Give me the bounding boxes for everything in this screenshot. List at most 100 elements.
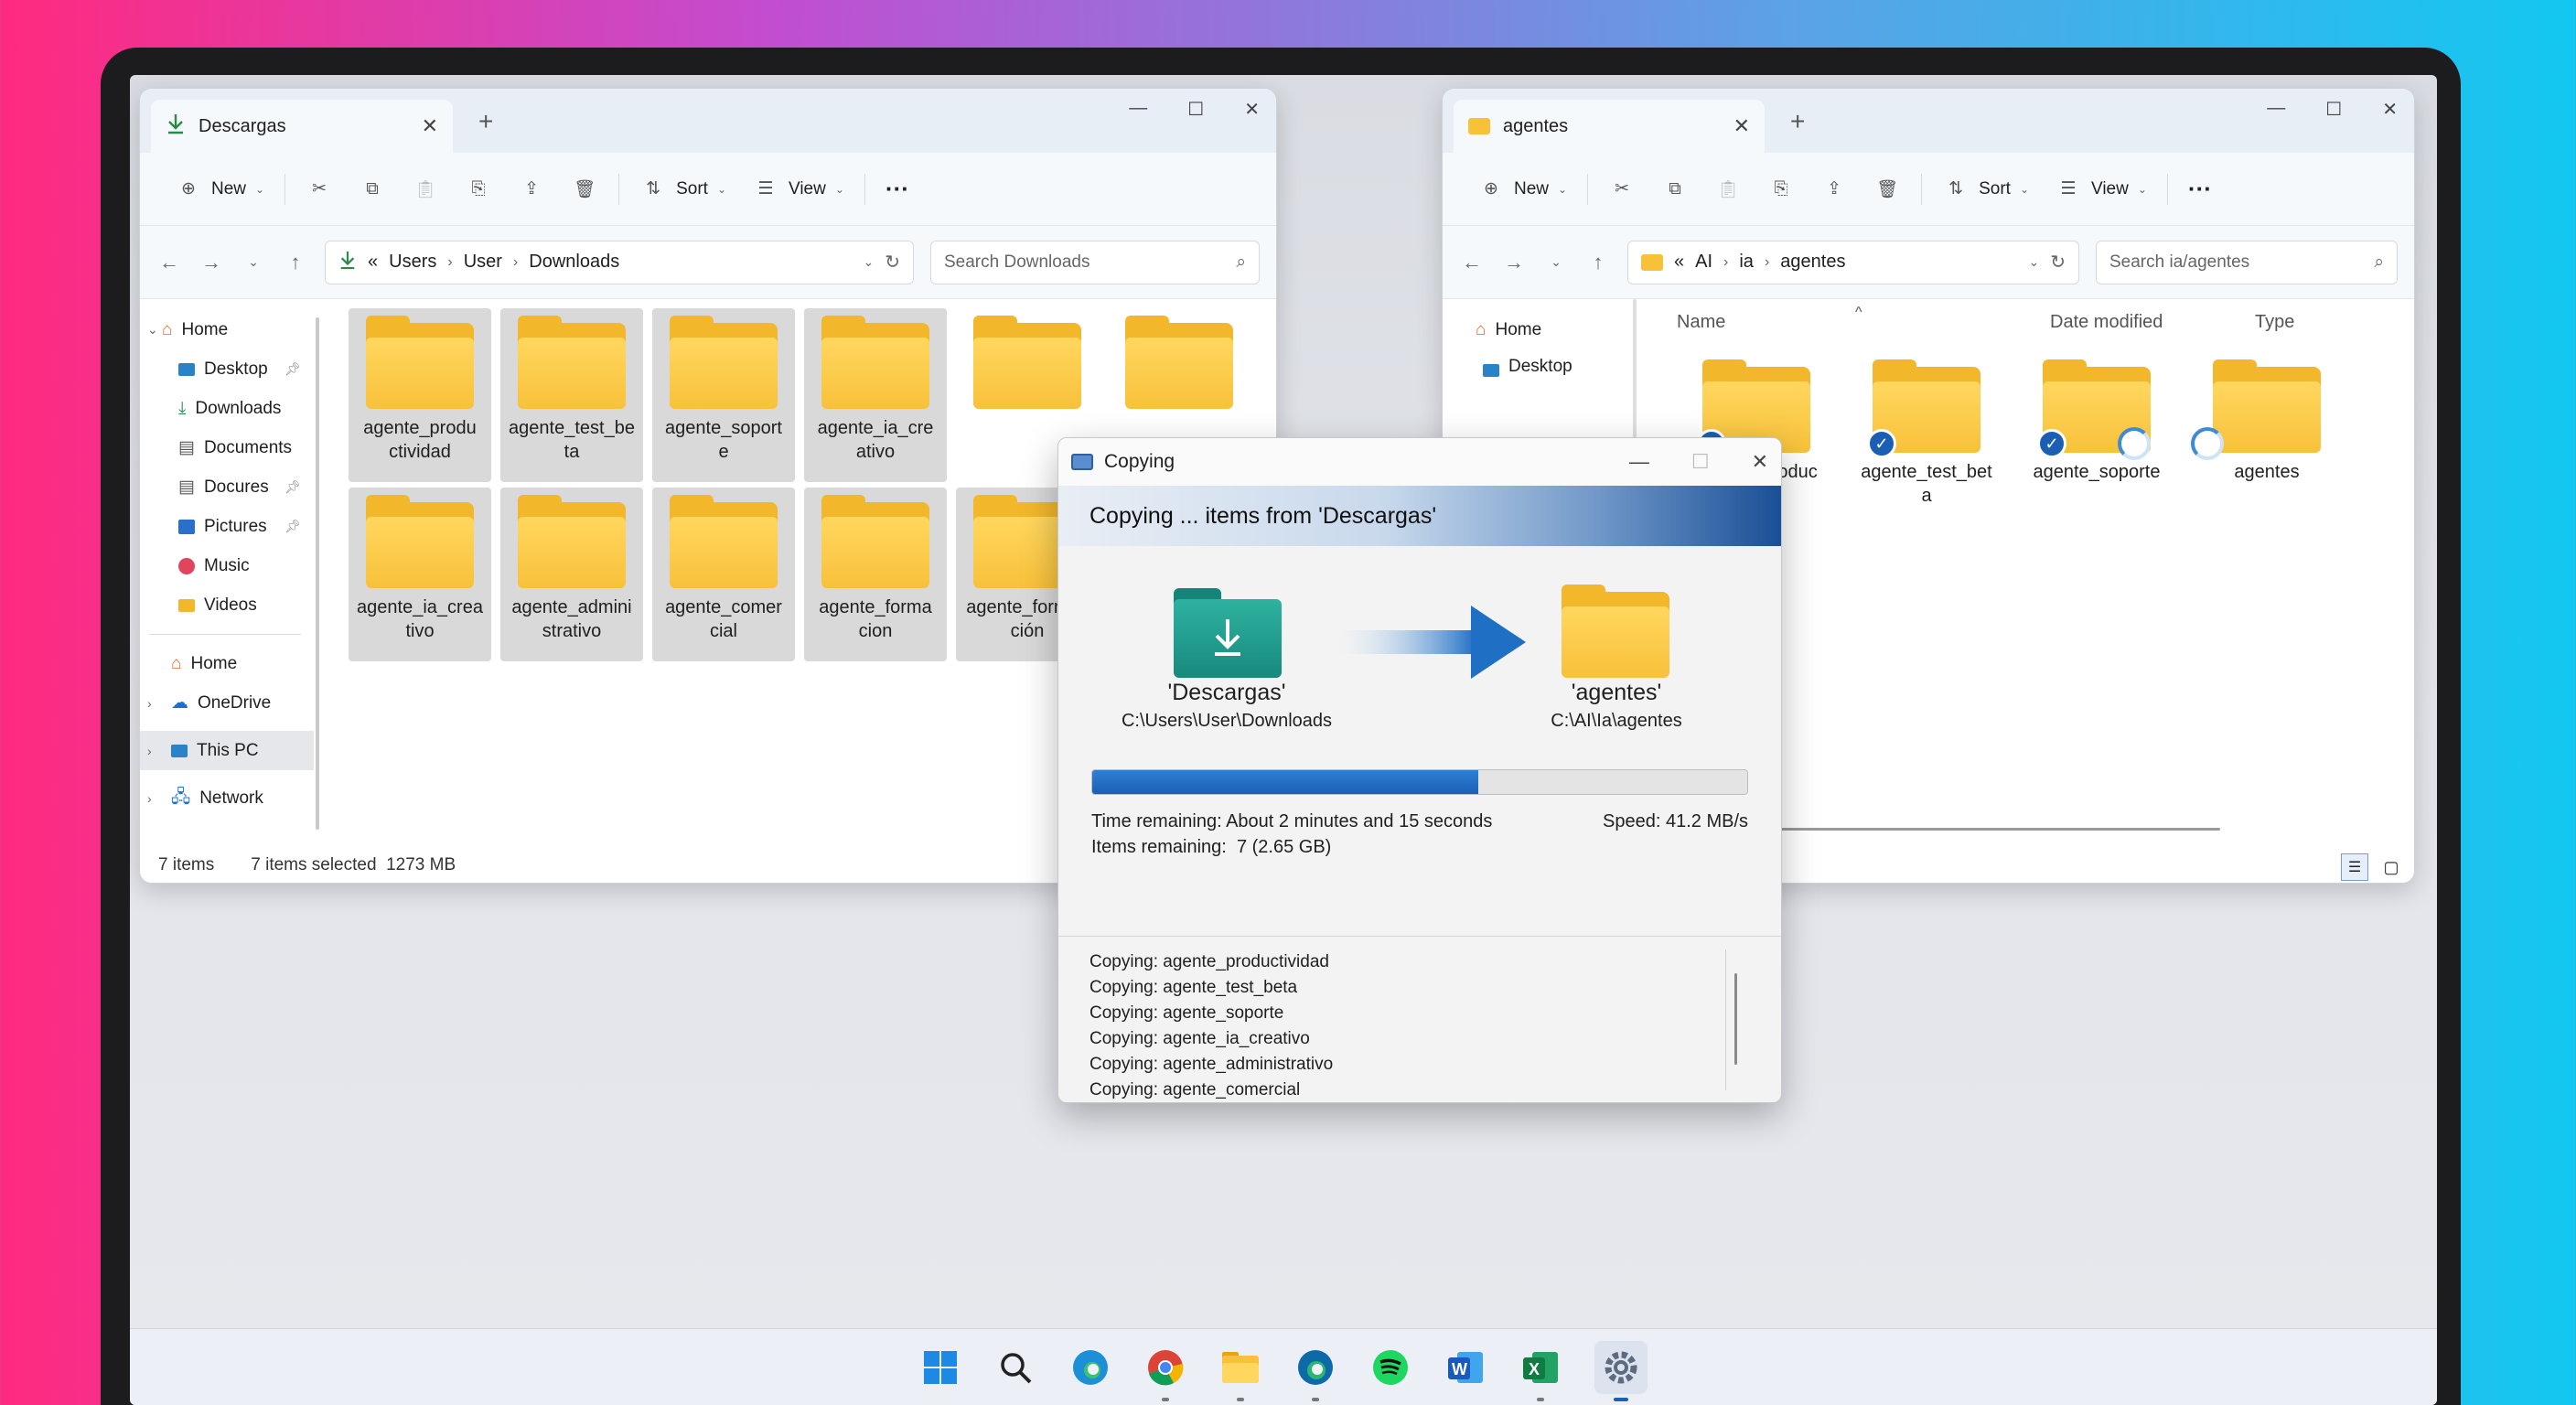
- folder-item[interactable]: agente_produ ctividad: [349, 308, 491, 482]
- search-input[interactable]: Search Downloads ⌕: [930, 240, 1260, 284]
- breadcrumb-ia[interactable]: ia: [1739, 252, 1754, 273]
- search-input[interactable]: Search ia/agentes ⌕: [2096, 240, 2398, 284]
- folder-item[interactable]: agente_comer cial: [652, 488, 795, 661]
- more-options-button[interactable]: ···: [2175, 166, 2225, 213]
- cut-button[interactable]: ✂: [293, 166, 346, 213]
- sidebar-item-downloads[interactable]: ⤓ Downloads: [140, 389, 314, 428]
- close-tab-icon[interactable]: ✕: [422, 114, 438, 138]
- up-icon[interactable]: ↑: [1585, 251, 1611, 274]
- delete-button[interactable]: 🗑︎: [558, 166, 611, 213]
- view-button[interactable]: ☰ View ⌄: [739, 166, 857, 213]
- new-tab-button[interactable]: +: [1790, 107, 1805, 136]
- sort-button[interactable]: ⇅ Sort ⌄: [1929, 166, 2042, 213]
- folder-item[interactable]: agente_soport e: [652, 308, 795, 482]
- column-name[interactable]: Name: [1677, 312, 1725, 333]
- refresh-icon[interactable]: ↻: [885, 251, 900, 273]
- close-button[interactable]: ✕: [1244, 98, 1260, 121]
- sidebar-item-pictures[interactable]: Pictures 📌︎: [140, 507, 314, 546]
- breadcrumb-users[interactable]: Users: [389, 252, 436, 273]
- column-type[interactable]: Type: [2255, 312, 2294, 333]
- breadcrumb-overflow[interactable]: «: [1674, 252, 1684, 273]
- close-tab-icon[interactable]: ✕: [1733, 114, 1750, 138]
- start-icon[interactable]: [919, 1346, 961, 1389]
- view-button[interactable]: ☰ View ⌄: [2042, 166, 2160, 213]
- breadcrumb-agentes[interactable]: agentes: [1780, 252, 1845, 273]
- maximize-button[interactable]: ☐: [1187, 98, 1204, 121]
- tiles-view-icon[interactable]: ▢: [2377, 853, 2405, 881]
- folder-item[interactable]: agente_ia_crea tivo: [349, 488, 491, 661]
- rename-button[interactable]: ⎘: [452, 166, 505, 213]
- sidebar-item-this-pc[interactable]: › This PC: [140, 731, 314, 770]
- sidebar-item-network[interactable]: › 🖧︎ Network: [140, 778, 314, 818]
- back-icon[interactable]: ←: [156, 251, 182, 274]
- copy-button[interactable]: ⧉: [346, 166, 399, 213]
- new-button[interactable]: ⊕ New ⌄: [1465, 166, 1580, 213]
- search-icon[interactable]: [994, 1346, 1036, 1389]
- edge-icon[interactable]: [1069, 1346, 1111, 1389]
- share-button[interactable]: ⇪: [1808, 166, 1861, 213]
- cut-button[interactable]: ✂: [1595, 166, 1648, 213]
- close-button[interactable]: ✕: [2382, 98, 2398, 121]
- forward-icon[interactable]: →: [199, 251, 224, 274]
- sidebar-item-home[interactable]: ⌄ ⌂ Home: [140, 310, 314, 349]
- excel-icon[interactable]: X: [1519, 1346, 1562, 1401]
- minimize-button[interactable]: —: [2267, 98, 2285, 121]
- sidebar-scrollbar[interactable]: [316, 317, 319, 830]
- sidebar-item-onedrive[interactable]: › ☁ OneDrive: [140, 683, 314, 723]
- sidebar-item-home-2[interactable]: ⌂ Home: [140, 644, 314, 683]
- address-dropdown-icon[interactable]: ⌄: [864, 254, 875, 270]
- log-scrollbar[interactable]: [1734, 973, 1737, 1065]
- sort-button[interactable]: ⇅ Sort ⌄: [627, 166, 739, 213]
- address-bar[interactable]: « Users › User › Downloads ⌄ ↻: [325, 240, 914, 284]
- folder-item[interactable]: agente_ia_cre ativo: [804, 308, 947, 482]
- file-explorer-icon[interactable]: [1219, 1346, 1261, 1401]
- breadcrumb-overflow[interactable]: «: [368, 252, 378, 273]
- recent-chevron-icon[interactable]: ⌄: [241, 254, 266, 270]
- paste-button[interactable]: 📋︎: [1701, 166, 1755, 213]
- folder-item[interactable]: ✓ agente_test_bet a: [1849, 352, 2004, 526]
- breadcrumb-ai[interactable]: AI: [1695, 252, 1712, 273]
- up-icon[interactable]: ↑: [283, 251, 308, 274]
- folder-item[interactable]: agente_forma cion: [804, 488, 947, 661]
- settings-icon[interactable]: [1594, 1340, 1648, 1401]
- new-button[interactable]: ⊕ New ⌄: [162, 166, 277, 213]
- minimize-button[interactable]: —: [1129, 98, 1147, 121]
- folder-item[interactable]: ✓ agente_soporte: [2019, 352, 2174, 526]
- folder-item[interactable]: agente_test_be ta: [500, 308, 643, 482]
- breadcrumb-user[interactable]: User: [464, 252, 502, 273]
- sidebar-item-desktop[interactable]: Desktop 📌︎: [140, 349, 314, 389]
- more-options-button[interactable]: ···: [873, 166, 922, 213]
- sidebar-item-docures[interactable]: ▤ Docures 📌︎: [140, 467, 314, 507]
- copy-progress-dialog[interactable]: Copying — ☐ ✕ Copying ... items from 'De…: [1057, 437, 1782, 1103]
- new-tab-button[interactable]: +: [478, 107, 493, 136]
- sidebar-item-music[interactable]: Music: [140, 546, 314, 585]
- details-view-icon[interactable]: ☰: [2341, 853, 2368, 881]
- paste-button[interactable]: 📋︎: [399, 166, 452, 213]
- sidebar-item-videos[interactable]: Videos: [140, 585, 314, 625]
- folder-item[interactable]: agente_admini strativo: [500, 488, 643, 661]
- sidebar-item-desktop[interactable]: Desktop: [1443, 349, 1626, 377]
- tab-descargas[interactable]: Descargas ✕: [151, 100, 453, 153]
- rename-button[interactable]: ⎘: [1755, 166, 1808, 213]
- address-bar[interactable]: « AI › ia › agentes ⌄ ↻: [1627, 240, 2079, 284]
- word-icon[interactable]: W: [1444, 1346, 1487, 1389]
- address-dropdown-icon[interactable]: ⌄: [2029, 254, 2040, 270]
- spotify-icon[interactable]: [1369, 1346, 1411, 1389]
- copy-button[interactable]: ⧉: [1648, 166, 1701, 213]
- delete-button[interactable]: 🗑︎: [1861, 166, 1914, 213]
- column-date-modified[interactable]: Date modified: [2050, 312, 2163, 333]
- minimize-button[interactable]: —: [1629, 450, 1649, 474]
- forward-icon[interactable]: →: [1501, 251, 1527, 274]
- tab-agentes[interactable]: agentes ✕: [1454, 100, 1765, 153]
- sidebar-item-home[interactable]: ⌂ Home: [1443, 310, 1626, 349]
- refresh-icon[interactable]: ↻: [2050, 251, 2066, 273]
- sidebar-item-documents[interactable]: ▤ Documents: [140, 428, 314, 467]
- breadcrumb-downloads[interactable]: Downloads: [529, 252, 619, 273]
- recent-chevron-icon[interactable]: ⌄: [1543, 254, 1569, 270]
- folder-item[interactable]: agentes: [2189, 352, 2345, 526]
- edge-dev-icon[interactable]: [1294, 1346, 1336, 1401]
- close-button[interactable]: ✕: [1752, 450, 1768, 474]
- share-button[interactable]: ⇪: [505, 166, 558, 213]
- maximize-button[interactable]: ☐: [2325, 98, 2342, 121]
- chrome-icon[interactable]: [1144, 1346, 1186, 1401]
